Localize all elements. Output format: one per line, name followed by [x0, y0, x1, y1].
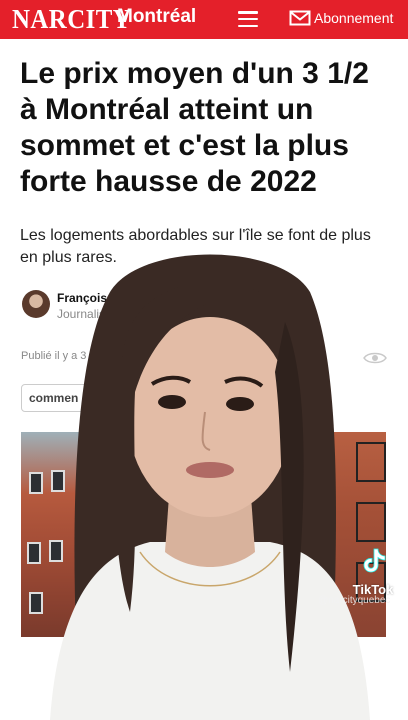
top-navigation-bar: NARCITY Montréal Abonnement	[0, 0, 408, 39]
city-edition-label[interactable]: Montréal	[117, 5, 196, 29]
article-headline: Le prix moyen d'un 3 1/2 à Montréal atte…	[20, 57, 369, 198]
tiktok-username: @narcityquebec	[318, 595, 391, 606]
hamburger-menu-icon[interactable]	[238, 11, 258, 27]
site-logo[interactable]: NARCITY	[12, 3, 131, 35]
subscribe-label: Abonnement	[314, 10, 394, 26]
tiktok-note-icon	[363, 548, 386, 573]
subscribe-button[interactable]: Abonnement	[289, 7, 393, 29]
envelope-icon	[289, 10, 311, 26]
presenter-video-overlay	[50, 254, 370, 720]
